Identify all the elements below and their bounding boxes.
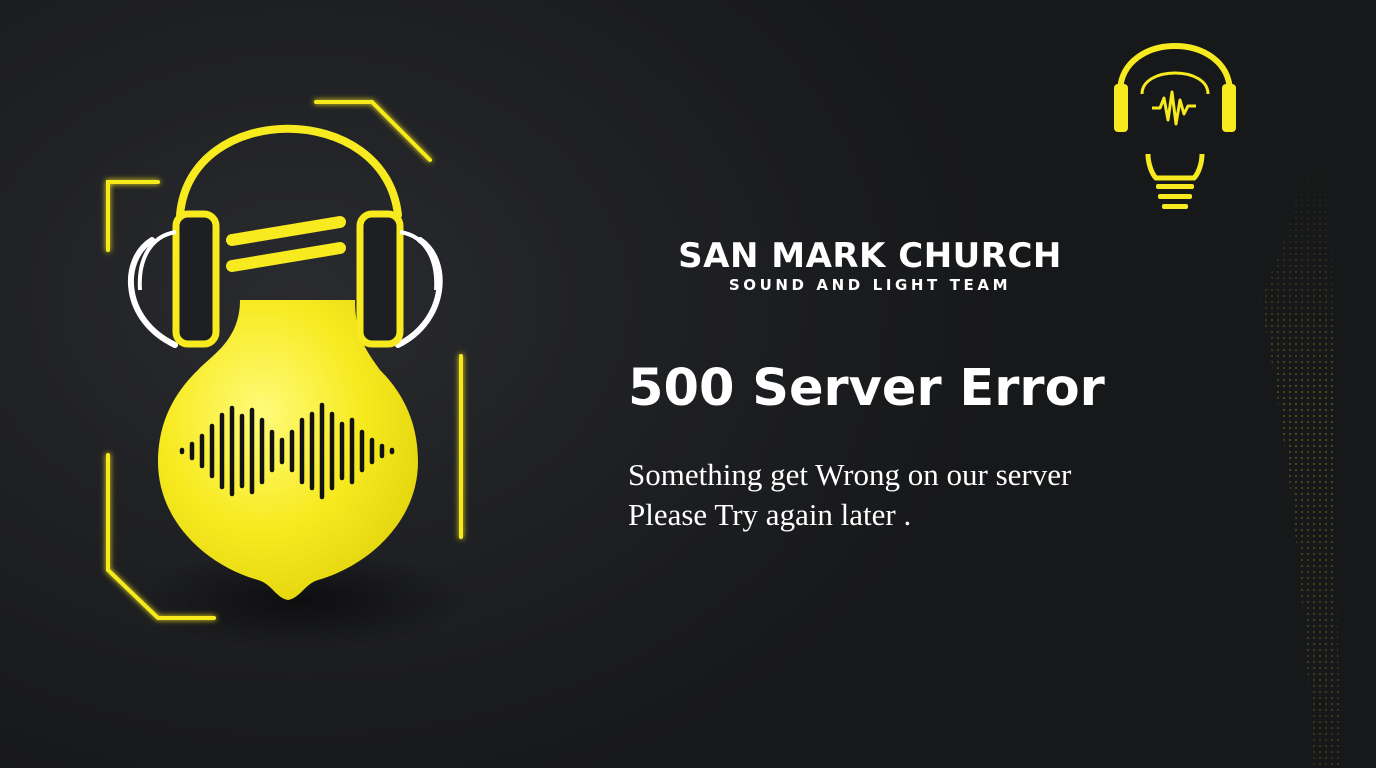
error-message: Something get Wrong on our server Please…: [628, 455, 1071, 535]
headphones-lightbulb-logo-icon: [1114, 43, 1236, 209]
organization-name: SAN MARK CHURCH: [678, 236, 1062, 276]
organization-header: SAN MARK CHURCH SOUND AND LIGHT TEAM: [640, 236, 1100, 294]
error-page: SAN MARK CHURCH SOUND AND LIGHT TEAM 500…: [0, 0, 1376, 768]
error-message-line-2: Please Try again later .: [628, 497, 912, 532]
headphones-lightbulb-icon: [106, 100, 470, 650]
error-message-line-1: Something get Wrong on our server: [628, 457, 1072, 492]
decorative-edge-lines: [1260, 150, 1340, 768]
organization-subtitle: SOUND AND LIGHT TEAM: [728, 276, 1012, 294]
error-title: 500 Server Error: [628, 359, 1105, 418]
